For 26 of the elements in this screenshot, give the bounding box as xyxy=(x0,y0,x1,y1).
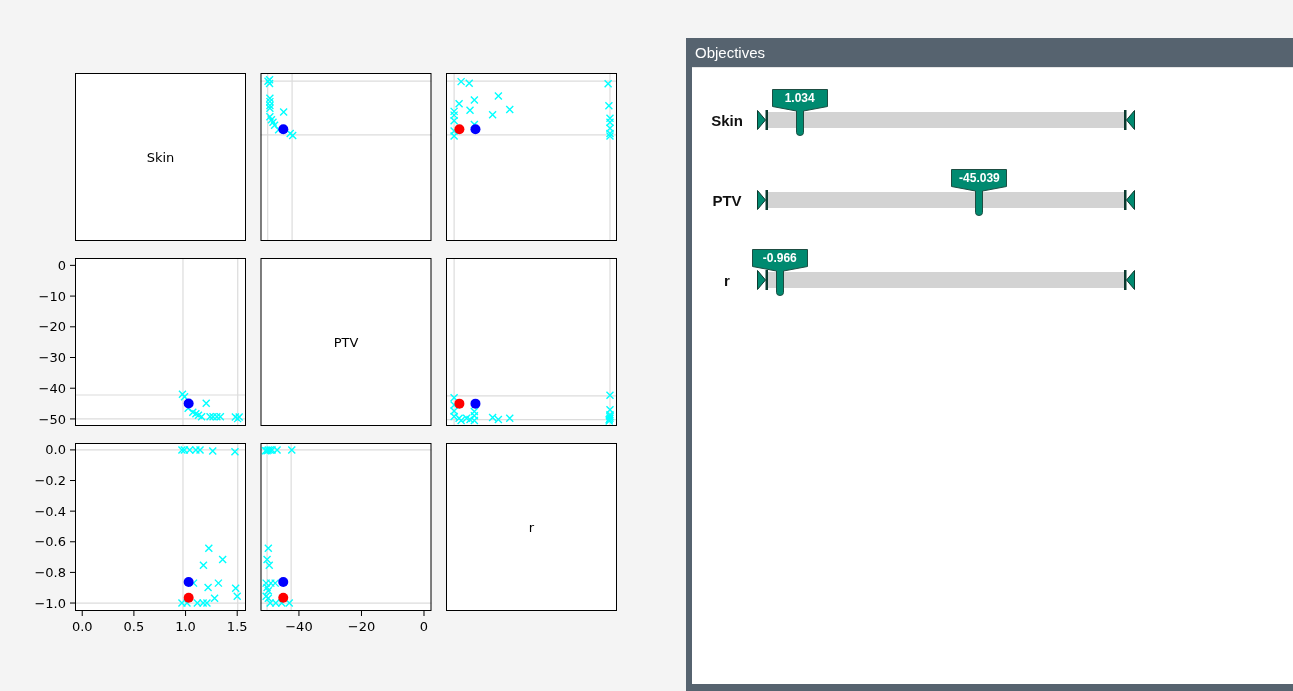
tick-label: −0.6 xyxy=(34,534,66,550)
objective-label: Skin xyxy=(710,111,744,129)
tick-label: 1.5 xyxy=(226,619,248,634)
tick-label: −20 xyxy=(38,319,66,335)
objective-label: PTV xyxy=(711,191,743,209)
tick-label: 0 xyxy=(57,257,66,273)
tick-label: −1.0 xyxy=(34,595,66,611)
tick-label: 0 xyxy=(419,619,429,634)
tick-label: −0.8 xyxy=(34,565,66,580)
tick-label: −50 xyxy=(38,411,66,427)
objective-label: r xyxy=(723,271,731,289)
tick-label: −10 xyxy=(38,288,66,304)
tick-label: −30 xyxy=(38,350,66,366)
tick-label: 1.0 xyxy=(175,619,196,634)
variable-label: r xyxy=(528,519,535,535)
variable-label: Skin xyxy=(146,149,175,165)
variable-label: PTV xyxy=(333,334,359,350)
tick-label: 0.5 xyxy=(123,619,145,634)
tick-label: −20 xyxy=(347,619,376,634)
tick-label: −40 xyxy=(38,380,66,396)
tick-label: −0.2 xyxy=(34,473,66,489)
tick-label: −0.4 xyxy=(34,503,66,519)
tick-label: 0.0 xyxy=(71,619,93,634)
tick-label: 0.0 xyxy=(45,442,66,458)
tick-label: −40 xyxy=(285,619,313,634)
panel-title: Objectives xyxy=(695,43,766,62)
